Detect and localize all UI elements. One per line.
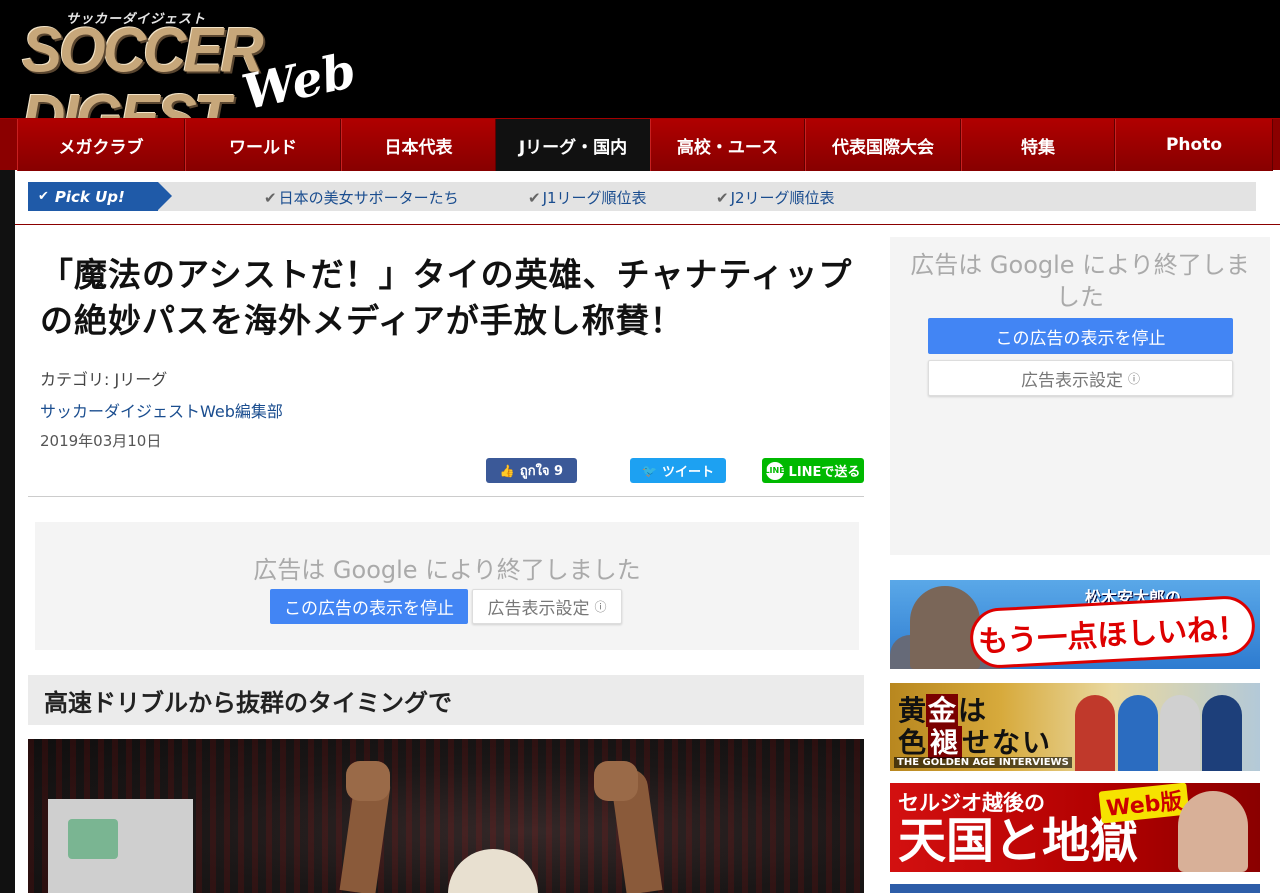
pickup-tag-label: Pick Up! (54, 187, 125, 206)
banner-char: 色 (898, 726, 929, 759)
main-nav: メガクラブ ワールド 日本代表 Jリーグ・国内 高校・ユース 代表国際大会 特集… (0, 118, 1280, 171)
stop-ad-button[interactable]: この広告の表示を停止 (270, 589, 468, 624)
photo-banner-logo (68, 819, 118, 859)
banner-person (910, 586, 980, 669)
nav-item-megaclub[interactable]: メガクラブ (17, 119, 185, 171)
ad-ended-text: 広告は Google により終了しました (910, 251, 1250, 311)
banner-player (1075, 695, 1115, 771)
banner-matsuki[interactable]: 松木安太郎の もう一点ほしいね！ (890, 580, 1260, 669)
banner-player (1160, 695, 1200, 771)
check-circle-icon: ✔ (38, 189, 49, 204)
nav-item-feature[interactable]: 特集 (961, 119, 1115, 171)
article-photo (28, 739, 864, 893)
banner-badge: Web版 (1098, 783, 1190, 824)
ad-sidebar: 広告は Google により終了しました この広告の表示を停止 広告表示設定 ⓘ (890, 237, 1270, 555)
nav-item-jleague[interactable]: Jリーグ・国内 (496, 119, 650, 171)
banner-subtitle: THE GOLDEN AGE INTERVIEWS (894, 757, 1072, 768)
thumbs-up-icon: 👍 (499, 463, 515, 478)
pickup-link-supporters[interactable]: ✔ 日本の美女サポーターたち (264, 187, 459, 208)
pickup-link-label: J1リーグ順位表 (542, 189, 647, 207)
tweet-button[interactable]: 🐦 ツイート (630, 458, 726, 483)
photo-right-fist (594, 761, 638, 801)
ad-main: 広告は Google により終了しました この広告の表示を停止 広告表示設定 ⓘ (35, 522, 859, 650)
pickup-link-label: J2リーグ順位表 (730, 189, 835, 207)
site-header: サッカーダイジェスト SOCCER DIGEST Web (0, 0, 1280, 151)
left-strip (0, 170, 15, 893)
check-icon: ✔ (528, 189, 541, 207)
check-icon: ✔ (264, 189, 277, 207)
banner-sergio[interactable]: セルジオ越後の 天国と地獄 Web版 (890, 783, 1260, 872)
pickup-link-label: 日本の美女サポーターたち (278, 189, 459, 207)
line-icon: LINE (764, 461, 785, 480)
facebook-like-label: ถูกใจ 9 (519, 464, 564, 479)
nav-item-photo[interactable]: Photo (1115, 119, 1273, 171)
line-share-label: LINEで送る (788, 465, 861, 480)
twitter-bird-icon: 🐦 (642, 463, 657, 478)
ad-ended-text: 広告は Google により終了しました (253, 556, 641, 584)
ad-settings-button[interactable]: 広告表示設定 ⓘ (928, 360, 1233, 396)
line-share-button[interactable]: LINE LINEで送る (762, 458, 864, 483)
ad-settings-label: 広告表示設定 (1020, 370, 1123, 391)
article-category: カテゴリ: Jリーグ (40, 370, 168, 389)
nav-item-world[interactable]: ワールド (185, 119, 341, 171)
ad-settings-label: 広告表示設定 (487, 599, 590, 619)
nav-item-japan[interactable]: 日本代表 (341, 119, 496, 171)
pickup-link-j1-table[interactable]: ✔ J1リーグ順位表 (528, 187, 647, 208)
ad-settings-button[interactable]: 広告表示設定 ⓘ (472, 589, 622, 624)
facebook-like-button[interactable]: 👍 ถูกใจ 9 (486, 458, 577, 483)
site-logo[interactable]: サッカーダイジェスト SOCCER DIGEST Web (22, 6, 361, 151)
pickup-link-j2-table[interactable]: ✔ J2リーグ順位表 (716, 187, 835, 208)
pickup-tag: ✔ Pick Up! (28, 182, 172, 211)
nav-item-youth[interactable]: 高校・ユース (650, 119, 805, 171)
banner-player (1202, 695, 1242, 771)
banner-partial[interactable] (890, 884, 1260, 893)
banner-heading-line2: 色褪せない (898, 721, 1052, 761)
banner-person (1178, 791, 1248, 872)
tweet-label: ツイート (661, 465, 714, 480)
article-author[interactable]: サッカーダイジェストWeb編集部 (40, 398, 283, 422)
nav-item-international[interactable]: 代表国際大会 (805, 119, 961, 171)
article-title: 「魔法のアシストだ！」タイの英雄、チャナティップの絶妙パスを海外メディアが手放し… (40, 255, 853, 340)
banner-golden-age[interactable]: 黄金は 色褪せない THE GOLDEN AGE INTERVIEWS (890, 683, 1260, 771)
banner-char: せない (962, 726, 1053, 759)
banner-player (1118, 695, 1158, 771)
banner-char: 褪 (928, 726, 963, 759)
stop-ad-button[interactable]: この広告の表示を停止 (928, 318, 1233, 354)
banner-catchphrase: もう一点ほしいね！ (968, 594, 1257, 669)
header-divider (15, 224, 1280, 225)
check-icon: ✔ (716, 189, 729, 207)
info-icon: ⓘ (594, 600, 607, 614)
article-subheading: 高速ドリブルから抜群のタイミングで (28, 675, 864, 725)
photo-left-fist (346, 761, 390, 801)
info-icon: ⓘ (1127, 371, 1140, 386)
article-date: 2019年03月10日 (40, 432, 162, 450)
share-divider (28, 496, 864, 497)
pickup-bar: ✔ Pick Up! ✔ 日本の美女サポーターたち ✔ J1リーグ順位表 ✔ J2リー… (28, 182, 1256, 211)
